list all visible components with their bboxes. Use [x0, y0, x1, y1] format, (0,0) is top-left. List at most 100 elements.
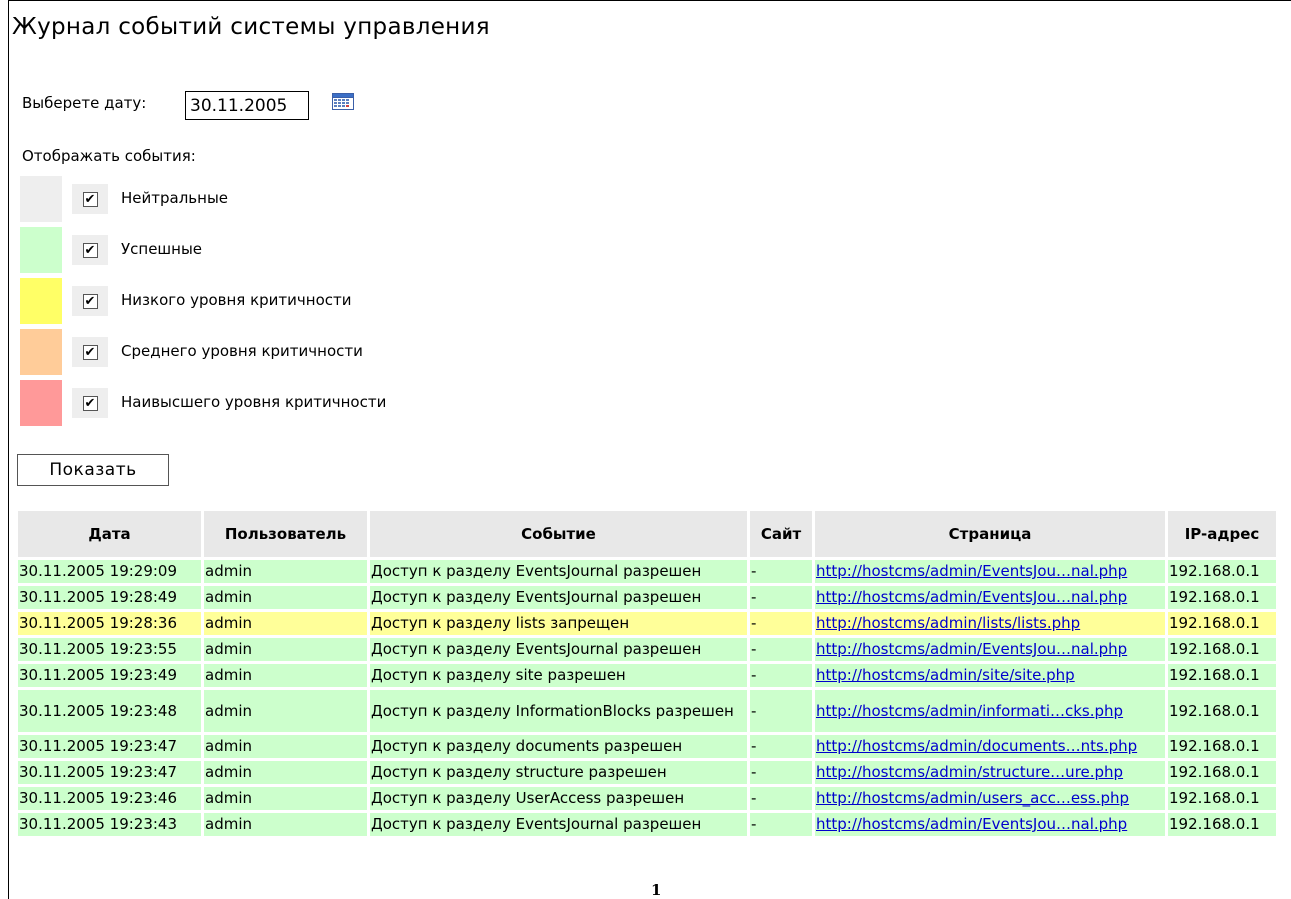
cell-event: Доступ к разделу site разрешен — [370, 664, 747, 690]
table-row: 30.11.2005 19:23:46 admin Доступ к разделу… — [18, 787, 1276, 813]
event-color-swatch — [20, 176, 62, 222]
cell-event: Доступ к разделу EventsJournal разрешен — [370, 560, 747, 586]
cell-ip: 192.168.0.1 — [1168, 787, 1276, 813]
cell-event: Доступ к разделу InformationBlocks разре… — [370, 690, 747, 735]
column-header-site[interactable]: Сайт — [750, 511, 812, 560]
page-link[interactable]: http://hostcms/admin/EventsJou…nal.php — [816, 640, 1127, 658]
cell-user: admin — [204, 664, 367, 690]
cell-site: - — [750, 761, 812, 787]
column-header-page[interactable]: Страница — [815, 511, 1165, 560]
page-link[interactable]: http://hostcms/admin/structure…ure.php — [816, 763, 1123, 781]
cell-user: admin — [204, 560, 367, 586]
page-link[interactable]: http://hostcms/admin/site/site.php — [816, 666, 1075, 684]
checkmark-icon: ✔ — [82, 344, 98, 360]
table-row: 30.11.2005 19:28:36 admin Доступ к разделу… — [18, 612, 1276, 638]
page-link[interactable]: http://hostcms/admin/users_acc…ess.php — [816, 789, 1129, 807]
cell-site: - — [750, 690, 812, 735]
cell-page: http://hostcms/admin/EventsJou…nal.php — [815, 560, 1165, 586]
cell-date: 30.11.2005 19:28:49 — [18, 586, 201, 612]
cell-page: http://hostcms/admin/documents…nts.php — [815, 735, 1165, 761]
frame-left-border — [8, 0, 9, 899]
cell-site: - — [750, 787, 812, 813]
cell-event: Доступ к разделу structure разрешен — [370, 761, 747, 787]
cell-date: 30.11.2005 19:29:09 — [18, 560, 201, 586]
column-header-user[interactable]: Пользователь — [204, 511, 367, 560]
checkmark-icon: ✔ — [82, 191, 98, 207]
event-filter-checkbox[interactable]: ✔ — [72, 184, 108, 214]
cell-ip: 192.168.0.1 — [1168, 612, 1276, 638]
table-row: 30.11.2005 19:23:47 admin Доступ к разделу… — [18, 761, 1276, 787]
cell-user: admin — [204, 761, 367, 787]
page-number: 1 — [651, 881, 662, 899]
checkmark-icon: ✔ — [82, 395, 98, 411]
cell-site: - — [750, 664, 812, 690]
events-filter-label: Отображать события: — [22, 147, 196, 165]
cell-event: Доступ к разделу lists запрещен — [370, 612, 747, 638]
event-color-swatch — [20, 380, 62, 426]
column-header-ip[interactable]: IP-адрес — [1168, 511, 1276, 560]
cell-site: - — [750, 612, 812, 638]
cell-page: http://hostcms/admin/lists/lists.php — [815, 612, 1165, 638]
table-row: 30.11.2005 19:23:49 admin Доступ к разделу… — [18, 664, 1276, 690]
event-filter-label: Низкого уровня критичности — [121, 291, 352, 309]
event-color-swatch — [20, 329, 62, 375]
table-row: 30.11.2005 19:23:43 admin Доступ к разделу… — [18, 813, 1276, 839]
frame-top-border — [8, 0, 1291, 1]
event-filter-checkbox[interactable]: ✔ — [72, 235, 108, 265]
page-title: Журнал событий системы управления — [12, 14, 490, 40]
page-link[interactable]: http://hostcms/admin/lists/lists.php — [816, 614, 1080, 632]
events-log-table: Дата Пользователь Событие Сайт Страница … — [15, 511, 1279, 839]
cell-page: http://hostcms/admin/EventsJou…nal.php — [815, 586, 1165, 612]
date-label: Выберете дату: — [22, 94, 147, 112]
event-color-swatch — [20, 227, 62, 273]
cell-event: Доступ к разделу EventsJournal разрешен — [370, 586, 747, 612]
cell-user: admin — [204, 690, 367, 735]
cell-date: 30.11.2005 19:23:55 — [18, 638, 201, 664]
page-link[interactable]: http://hostcms/admin/EventsJou…nal.php — [816, 562, 1127, 580]
cell-page: http://hostcms/admin/EventsJou…nal.php — [815, 813, 1165, 839]
cell-date: 30.11.2005 19:28:36 — [18, 612, 201, 638]
cell-ip: 192.168.0.1 — [1168, 761, 1276, 787]
event-filter-checkbox[interactable]: ✔ — [72, 337, 108, 367]
cell-ip: 192.168.0.1 — [1168, 586, 1276, 612]
event-filter-label: Наивысшего уровня критичности — [121, 393, 387, 411]
cell-site: - — [750, 586, 812, 612]
event-filter-label: Успешные — [121, 240, 203, 258]
table-header-row: Дата Пользователь Событие Сайт Страница … — [18, 511, 1276, 560]
calendar-icon[interactable] — [332, 93, 354, 110]
event-filter-label: Нейтральные — [121, 189, 229, 207]
cell-site: - — [750, 560, 812, 586]
table-row: 30.11.2005 19:23:55 admin Доступ к разделу… — [18, 638, 1276, 664]
event-filter-checkbox[interactable]: ✔ — [72, 286, 108, 316]
cell-user: admin — [204, 787, 367, 813]
cell-user: admin — [204, 612, 367, 638]
checkmark-icon: ✔ — [82, 242, 98, 258]
page-link[interactable]: http://hostcms/admin/EventsJou…nal.php — [816, 588, 1127, 606]
column-header-date[interactable]: Дата — [18, 511, 201, 560]
cell-page: http://hostcms/admin/users_acc…ess.php — [815, 787, 1165, 813]
show-button[interactable]: Показать — [17, 454, 169, 486]
cell-date: 30.11.2005 19:23:49 — [18, 664, 201, 690]
cell-site: - — [750, 813, 812, 839]
checkmark-icon: ✔ — [82, 293, 98, 309]
cell-ip: 192.168.0.1 — [1168, 638, 1276, 664]
cell-page: http://hostcms/admin/structure…ure.php — [815, 761, 1165, 787]
cell-page: http://hostcms/admin/site/site.php — [815, 664, 1165, 690]
event-filter-checkbox[interactable]: ✔ — [72, 388, 108, 418]
table-row: 30.11.2005 19:23:47 admin Доступ к разделу… — [18, 735, 1276, 761]
date-input[interactable] — [185, 91, 309, 120]
table-row: 30.11.2005 19:29:09 admin Доступ к разделу… — [18, 560, 1276, 586]
cell-user: admin — [204, 813, 367, 839]
page-link[interactable]: http://hostcms/admin/documents…nts.php — [816, 737, 1137, 755]
table-row: 30.11.2005 19:28:49 admin Доступ к разделу… — [18, 586, 1276, 612]
table-row: 30.11.2005 19:23:48 admin Доступ к разделу… — [18, 690, 1276, 735]
page-link[interactable]: http://hostcms/admin/EventsJou…nal.php — [816, 815, 1127, 833]
cell-event: Доступ к разделу UserAccess разрешен — [370, 787, 747, 813]
cell-date: 30.11.2005 19:23:47 — [18, 761, 201, 787]
cell-site: - — [750, 735, 812, 761]
cell-date: 30.11.2005 19:23:43 — [18, 813, 201, 839]
column-header-event[interactable]: Событие — [370, 511, 747, 560]
cell-page: http://hostcms/admin/informati…cks.php — [815, 690, 1165, 735]
page-link[interactable]: http://hostcms/admin/informati…cks.php — [816, 702, 1123, 720]
cell-user: admin — [204, 735, 367, 761]
